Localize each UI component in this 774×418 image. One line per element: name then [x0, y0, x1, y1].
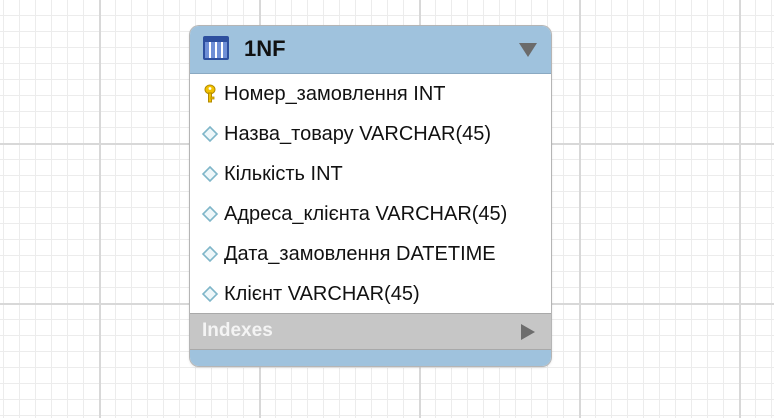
column-row-nazva-tovaru[interactable]: Назва_товару VARCHAR(45): [190, 114, 551, 154]
column-row-adresa-klienta[interactable]: Адреса_клієнта VARCHAR(45): [190, 194, 551, 234]
column-diamond-icon: [201, 125, 219, 143]
column-row-klient[interactable]: Клієнт VARCHAR(45): [190, 274, 551, 314]
table-1nf-card[interactable]: 1NF Номер_замовлення INT Назва_товару VA…: [190, 26, 551, 366]
column-row-nomer-zamovlennia[interactable]: Номер_замовлення INT: [190, 74, 551, 114]
column-label: Дата_замовлення DATETIME: [224, 243, 496, 265]
expand-arrow-icon[interactable]: [521, 324, 535, 340]
column-diamond-icon: [201, 165, 219, 183]
column-row-data-zamovlennia[interactable]: Дата_замовлення DATETIME: [190, 234, 551, 274]
column-label: Адреса_клієнта VARCHAR(45): [224, 203, 508, 225]
column-diamond-icon: [201, 245, 219, 263]
table-header[interactable]: 1NF: [190, 26, 551, 74]
column-label: Номер_замовлення INT: [224, 83, 446, 105]
column-diamond-icon: [201, 285, 219, 303]
column-label: Назва_товару VARCHAR(45): [224, 123, 492, 145]
primary-key-icon: [204, 84, 216, 103]
column-diamond-icon: [201, 205, 219, 223]
columns-list: Номер_замовлення INT Назва_товару VARCHA…: [190, 74, 551, 313]
collapse-arrow-icon[interactable]: [519, 43, 537, 57]
table-footer: [190, 350, 551, 366]
column-row-kilkist[interactable]: Кількість INT: [190, 154, 551, 194]
table-icon: [203, 36, 229, 60]
indexes-section-toggle[interactable]: Indexes: [190, 313, 551, 350]
column-label: Клієнт VARCHAR(45): [224, 283, 420, 305]
table-title: 1NF: [244, 36, 286, 61]
column-label: Кількість INT: [224, 163, 343, 185]
indexes-label: Indexes: [202, 320, 273, 341]
